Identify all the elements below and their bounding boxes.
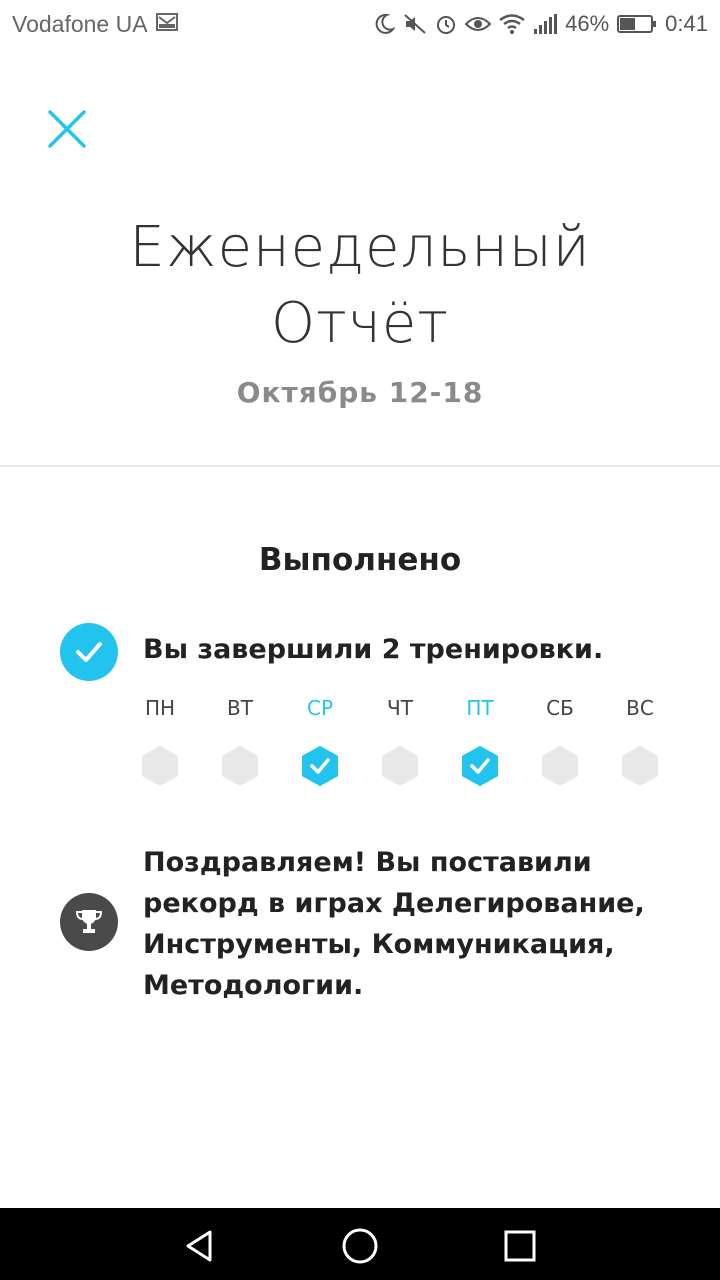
home-icon bbox=[342, 1228, 378, 1264]
navigation-bar bbox=[0, 1208, 720, 1280]
day-label: ВС bbox=[626, 696, 654, 720]
day-label: ЧТ bbox=[387, 696, 413, 720]
moon-icon bbox=[373, 13, 396, 35]
alarm-icon bbox=[435, 13, 457, 35]
mute-icon bbox=[403, 13, 427, 35]
divider bbox=[0, 465, 720, 467]
back-icon bbox=[186, 1230, 212, 1262]
page-title: Еженедельный Отчёт bbox=[0, 210, 720, 362]
back-button[interactable] bbox=[180, 1226, 220, 1266]
close-icon bbox=[48, 110, 86, 148]
recents-icon bbox=[504, 1230, 536, 1262]
carrier-name: Vodafone UA bbox=[12, 10, 148, 37]
close-button[interactable] bbox=[46, 108, 88, 150]
battery-percent: 46% bbox=[565, 11, 610, 36]
eye-icon bbox=[465, 14, 492, 34]
empty-day-hexagon-icon bbox=[621, 746, 659, 786]
weekday-tracker: ПН ВТ СР ЧТ ПТ СБ ВС bbox=[120, 690, 680, 786]
day-item: СБ bbox=[520, 690, 600, 786]
day-label: СР bbox=[306, 696, 334, 720]
recents-button[interactable] bbox=[500, 1226, 540, 1266]
day-item: ЧТ bbox=[360, 690, 440, 786]
status-bar: Vodafone UA 46% 0:41 bbox=[0, 0, 720, 48]
day-item: ВС bbox=[600, 690, 680, 786]
completed-day-hexagon-icon bbox=[461, 746, 499, 786]
completed-day-hexagon-icon bbox=[301, 746, 339, 786]
wifi-icon bbox=[499, 14, 525, 34]
empty-day-hexagon-icon bbox=[221, 746, 259, 786]
title-line-1: Еженедельный bbox=[129, 215, 591, 280]
day-item: ПТ bbox=[440, 690, 520, 786]
title-line-2: Отчёт bbox=[270, 291, 450, 356]
day-label: ПТ bbox=[466, 696, 494, 720]
workouts-summary: Вы завершили 2 тренировки. bbox=[143, 634, 604, 665]
mail-icon bbox=[155, 12, 178, 37]
record-message: Поздравляем! Вы поставили рекорд в играх… bbox=[143, 847, 645, 1001]
clock: 0:41 bbox=[665, 11, 708, 36]
trophy-icon bbox=[60, 893, 118, 951]
signal-icon bbox=[533, 13, 558, 35]
date-range: Октябрь 12-18 bbox=[236, 376, 484, 409]
home-button[interactable] bbox=[340, 1226, 380, 1266]
empty-day-hexagon-icon bbox=[141, 746, 179, 786]
battery-icon bbox=[617, 14, 657, 34]
day-item: ВТ bbox=[200, 690, 280, 786]
empty-day-hexagon-icon bbox=[541, 746, 579, 786]
section-heading: Выполнено bbox=[258, 542, 462, 578]
check-circle-icon bbox=[60, 623, 118, 681]
day-item: СР bbox=[280, 690, 360, 786]
empty-day-hexagon-icon bbox=[381, 746, 419, 786]
day-label: ПН bbox=[144, 696, 176, 720]
day-label: СБ bbox=[546, 696, 574, 720]
day-label: ВТ bbox=[227, 696, 253, 720]
day-item: ПН bbox=[120, 690, 200, 786]
